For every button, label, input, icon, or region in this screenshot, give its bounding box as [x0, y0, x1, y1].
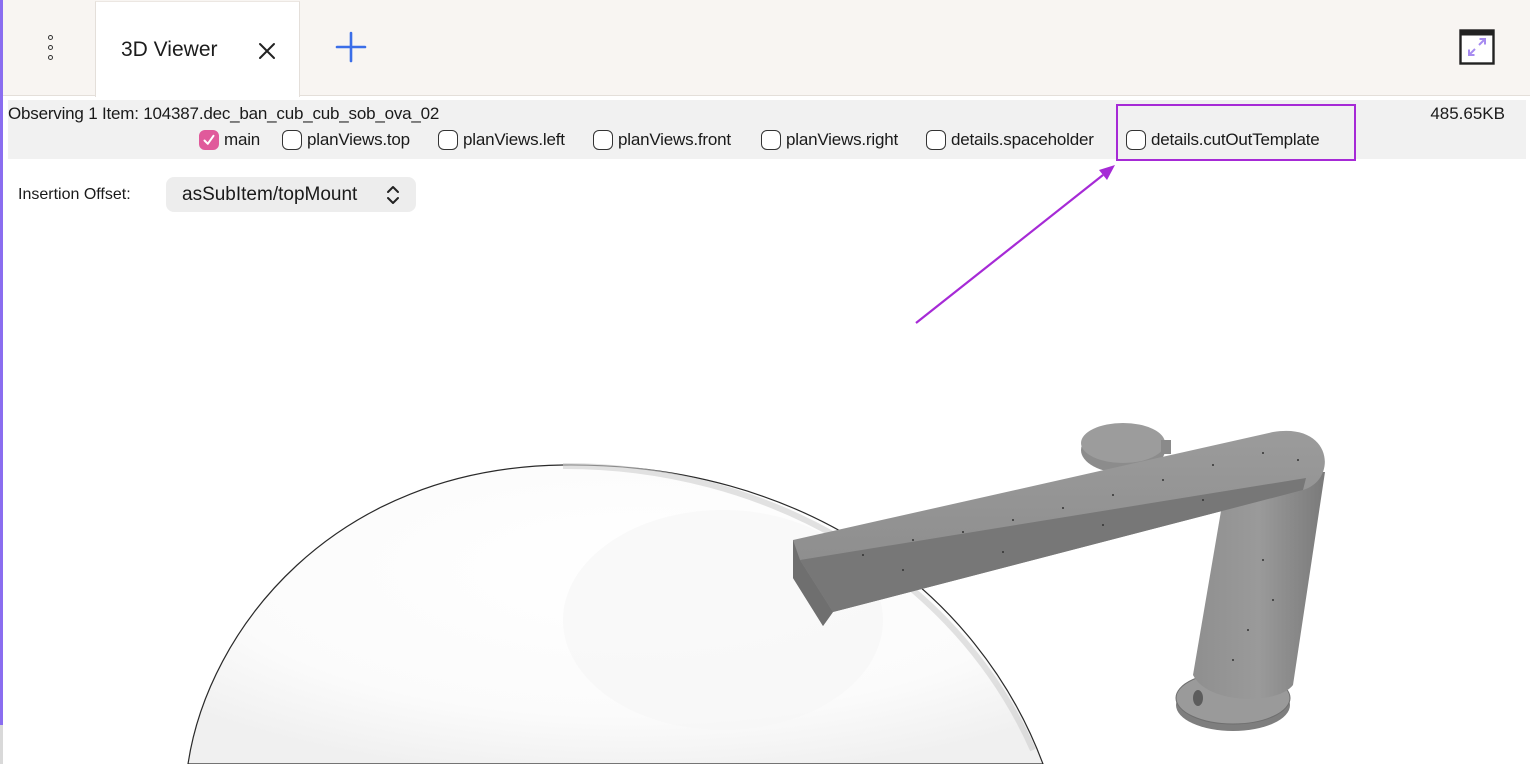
file-size: 485.65KB — [1430, 104, 1505, 123]
vertical-dots-icon-dot — [47, 54, 53, 60]
checkbox-label: planViews.top — [307, 130, 410, 149]
checkbox-label: main — [224, 130, 261, 149]
vertical-dots-icon-dot — [47, 44, 53, 50]
3d-viewport[interactable] — [3, 160, 1530, 764]
checkbox-label: planViews.left — [463, 130, 565, 149]
checkbox-label: details.spaceholder — [951, 130, 1094, 149]
checkbox-icon[interactable] — [282, 130, 302, 150]
checkbox-icon[interactable] — [761, 130, 781, 150]
checkbox-icon[interactable] — [438, 130, 458, 150]
observing-text: Observing 1 Item: 104387.dec_ban_cub_cub… — [8, 104, 440, 123]
checkbox-planviews-left[interactable]: planViews.left — [438, 130, 565, 150]
annotation-arrow — [915, 165, 1115, 324]
plus-icon[interactable] — [334, 30, 368, 64]
checkbox-planviews-right[interactable]: planViews.right — [761, 130, 898, 150]
checkbox-label: planViews.front — [618, 130, 731, 149]
checkbox-main[interactable]: main — [199, 130, 260, 150]
tab-bar: 3D Viewer — [3, 0, 1530, 97]
checkbox-icon[interactable] — [926, 130, 946, 150]
checkbox-label: planViews.right — [786, 130, 898, 149]
3d-scene[interactable] — [3, 160, 1530, 764]
menu-button[interactable] — [33, 28, 67, 66]
checkbox-details-spaceholder[interactable]: details.spaceholder — [926, 130, 1094, 150]
vertical-dots-icon — [47, 34, 53, 40]
annotation-highlight-box — [1116, 104, 1356, 161]
checkmark-icon — [203, 134, 215, 145]
checkbox-checked-icon[interactable] — [199, 130, 219, 150]
checkbox-icon[interactable] — [593, 130, 613, 150]
tab-label: 3D Viewer — [121, 38, 218, 61]
close-icon[interactable] — [256, 40, 278, 62]
tab-3d-viewer[interactable]: 3D Viewer — [95, 1, 300, 97]
basin-model — [187, 462, 1044, 764]
minimize-window-icon[interactable] — [1459, 29, 1495, 65]
checkbox-planviews-top[interactable]: planViews.top — [282, 130, 410, 150]
checkbox-planviews-front[interactable]: planViews.front — [593, 130, 731, 150]
